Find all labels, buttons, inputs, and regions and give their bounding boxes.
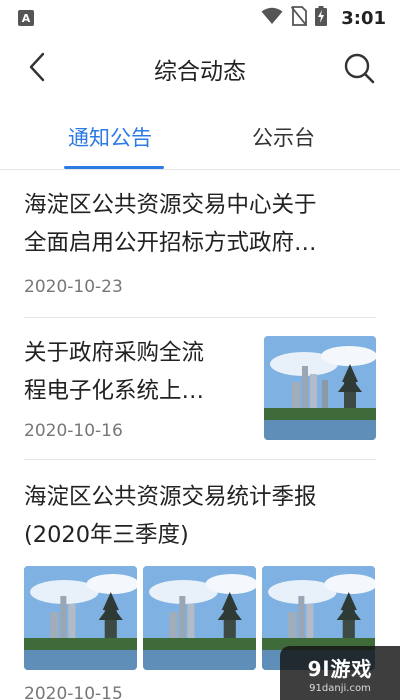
divider [24, 317, 376, 318]
list-item[interactable]: 海淀区公共资源交易中心关于 全面启用公开招标方式政府… 2020-10-23 [24, 186, 376, 297]
divider [24, 459, 376, 460]
watermark-url: 91danji.com [309, 682, 371, 694]
article-title: 海淀区公共资源交易统计季报 (2020年三季度) [24, 478, 376, 554]
accessibility-badge-icon: A [18, 10, 34, 26]
tab-notices[interactable]: 通知公告 [68, 122, 152, 152]
article-thumbnail [143, 566, 256, 670]
page-title: 综合动态 [154, 59, 246, 85]
article-title-line: 程电子化系统上… [24, 378, 205, 404]
article-thumbnail [264, 336, 376, 440]
article-date: 2020-10-16 [24, 421, 123, 441]
wifi-icon [261, 7, 283, 29]
search-icon [343, 52, 375, 88]
article-title-line: 海淀区公共资源交易中心关于 [24, 192, 317, 218]
watermark-logo: 9l游戏 91danji.com [280, 646, 400, 700]
article-date: 2020-10-23 [24, 277, 123, 297]
watermark-text: 9l游戏 [307, 656, 373, 681]
battery-charging-icon [315, 6, 328, 30]
article-title: 关于政府采购全流 程电子化系统上… [24, 334, 252, 410]
article-title-line: 全面启用公开招标方式政府… [24, 230, 317, 256]
article-title: 海淀区公共资源交易中心关于 全面启用公开招标方式政府… [24, 186, 376, 262]
search-button[interactable] [342, 53, 376, 87]
tab-public-board[interactable]: 公示台 [252, 122, 315, 152]
article-title-line: (2020年三季度) [24, 522, 189, 548]
article-date: 2020-10-15 [24, 684, 123, 700]
status-time: 3:01 [341, 7, 386, 29]
chevron-left-icon [28, 52, 46, 86]
list-item[interactable]: 关于政府采购全流 程电子化系统上… 2020-10-16 [24, 334, 376, 441]
status-bar: A 3:01 [0, 0, 400, 36]
active-tab-indicator [64, 166, 164, 169]
article-thumbnail [24, 566, 137, 670]
no-sim-icon [291, 6, 308, 30]
tab-bar: 通知公告 公示台 [0, 108, 400, 170]
app-header: 综合动态 [0, 36, 400, 102]
list-item[interactable]: 海淀区公共资源交易统计季报 (2020年三季度) 2020-10-15 [24, 478, 376, 700]
article-title-line: 海淀区公共资源交易统计季报 [24, 484, 317, 510]
article-title-line: 关于政府采购全流 [24, 340, 205, 366]
back-button[interactable] [22, 52, 52, 86]
